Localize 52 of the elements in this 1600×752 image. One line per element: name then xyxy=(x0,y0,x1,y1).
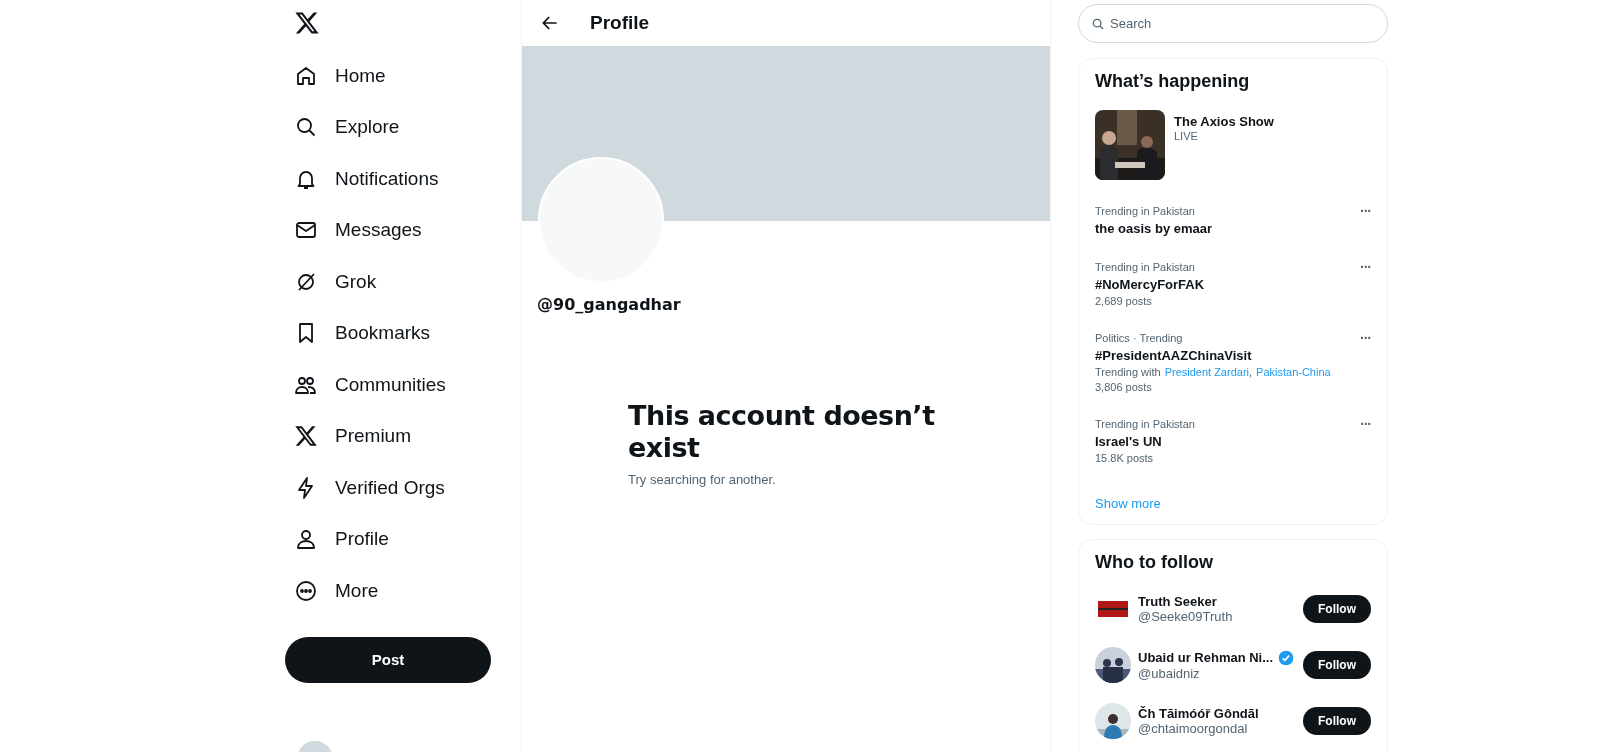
section-title: Who to follow xyxy=(1095,552,1214,573)
page-title: Profile xyxy=(590,12,650,34)
event-title: The Axios Show xyxy=(1174,114,1274,129)
trend-title: Israel's UN xyxy=(1095,433,1163,451)
nav-item[interactable]: Profile xyxy=(285,513,521,565)
live-label: LIVE xyxy=(1174,129,1199,144)
trend-title: #NoMercyForFAK xyxy=(1095,276,1205,294)
section-title: What’s happening xyxy=(1095,71,1251,92)
follow-button[interactable]: Follow xyxy=(1303,651,1371,679)
nav-item[interactable]: Home xyxy=(285,50,521,102)
profile-handle: @90_gangadhar xyxy=(537,295,682,314)
more-button[interactable]: ··· xyxy=(1360,260,1371,274)
follow-button[interactable]: Follow xyxy=(1303,707,1371,735)
nav-item[interactable]: Premium xyxy=(285,410,521,462)
nav-item[interactable]: Communities xyxy=(285,359,521,411)
post-count: 15.8K posts xyxy=(1095,451,1155,466)
trend-item[interactable]: Trending in Pakistan Israel's UN 15.8K posts ··· xyxy=(1095,417,1371,466)
nav-item[interactable]: Messages xyxy=(285,204,521,256)
empty-state-text: Try searching for another. xyxy=(628,472,777,487)
nav-item[interactable]: Explore xyxy=(285,101,521,153)
nav-item[interactable]: Verified Orgs xyxy=(285,462,521,514)
post-count: 3,806 posts xyxy=(1095,380,1153,395)
follow-button[interactable]: Follow xyxy=(1303,595,1371,623)
post-button[interactable]: Post xyxy=(285,636,491,683)
trend-item[interactable]: Trending in Pakistan the oasis by emaar ··· xyxy=(1095,204,1371,238)
trend-category: Trending in Pakistan xyxy=(1095,204,1196,219)
related-text: Trending with xyxy=(1095,365,1161,380)
trend-item[interactable]: Politics · Trending #PresidentAAZChinaVisit Trending with President Zardari, Pakistan-China 3,806 posts ··· xyxy=(1095,331,1371,395)
more-button[interactable]: ··· xyxy=(1360,417,1371,431)
account-handle: @chtaimoorgondal xyxy=(1138,721,1249,736)
empty-state-title: This account doesn’t exist xyxy=(628,400,936,464)
post-count: 2,689 posts xyxy=(1095,294,1153,309)
account-name[interactable]: Ubaid ur Rehman Ni... xyxy=(1138,650,1274,665)
account-handle: @ubaidniz xyxy=(1138,665,1201,681)
account-handle: @Seeke09Truth xyxy=(1138,609,1234,624)
trend-title: #PresidentAAZChinaVisit xyxy=(1095,347,1253,365)
account-name[interactable]: Truth Seeker xyxy=(1138,594,1217,609)
nav-item[interactable]: More xyxy=(285,565,521,617)
nav-item[interactable]: Bookmarks xyxy=(285,307,521,359)
nav-item[interactable]: Grok xyxy=(285,256,521,308)
trend-item[interactable]: Trending in Pakistan #NoMercyForFAK 2,689 posts ··· xyxy=(1095,260,1371,309)
featured-event[interactable]: The Axios Show LIVE xyxy=(1095,110,1371,180)
more-button[interactable]: ··· xyxy=(1360,331,1371,345)
trend-category: Trending in Pakistan xyxy=(1095,417,1195,432)
trend-category: Trending in Pakistan xyxy=(1095,260,1196,275)
search-field[interactable]: Search xyxy=(1078,4,1388,43)
trend-category: Politics · Trending xyxy=(1095,331,1184,346)
trend-title: the oasis by emaar xyxy=(1095,220,1213,238)
related-text: , xyxy=(1249,365,1253,380)
account-name[interactable]: Čh Tāimóóř Gôndãl xyxy=(1138,706,1259,721)
more-button[interactable]: ··· xyxy=(1360,204,1371,218)
nav-item[interactable]: Notifications xyxy=(285,153,521,205)
